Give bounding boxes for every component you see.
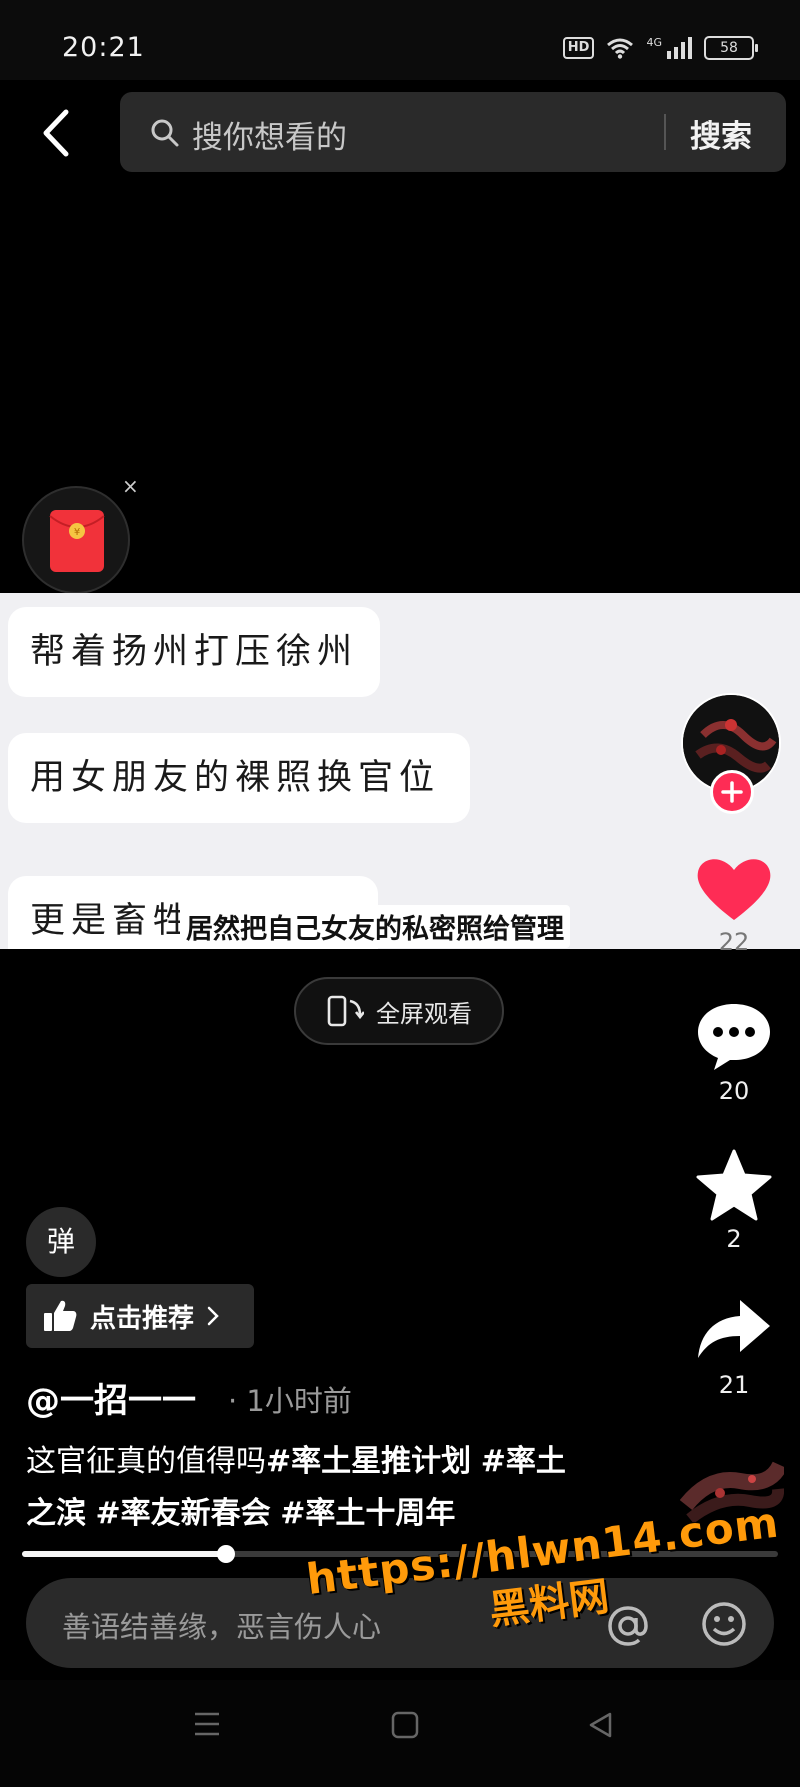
comment-button[interactable] xyxy=(692,1000,776,1076)
network-type: 4G xyxy=(646,36,662,49)
comment-icon xyxy=(698,1004,770,1070)
search-divider xyxy=(664,114,666,150)
chat-bubble: 帮着扬州打压徐州 xyxy=(8,607,381,697)
author-name[interactable]: @一招一一 xyxy=(26,1373,196,1422)
recommend-label: 点击推荐 xyxy=(90,1303,195,1334)
home-icon[interactable] xyxy=(390,1710,420,1740)
red-envelope-icon: ¥ xyxy=(49,510,105,572)
search-icon xyxy=(151,119,179,147)
chevron-left-icon xyxy=(43,109,69,157)
fullscreen-label: 全屏观看 xyxy=(376,999,472,1028)
share-arrow-icon xyxy=(698,1300,770,1358)
rotate-screen-icon xyxy=(327,995,364,1027)
red-packet-close-button[interactable]: × xyxy=(122,474,139,498)
heart-icon xyxy=(697,859,771,920)
hashtag-link[interactable]: #率土星推计划 xyxy=(266,1444,471,1479)
progress-fill xyxy=(22,1551,226,1557)
chevron-right-icon xyxy=(207,1306,219,1326)
back-button[interactable] xyxy=(36,108,76,158)
chat-bubble: 用女朋友的裸照换官位 xyxy=(8,733,471,823)
share-count: 21 xyxy=(718,1371,750,1399)
fullscreen-button[interactable]: 全屏观看 xyxy=(294,977,504,1045)
video-player[interactable]: 帮着扬州打压徐州 用女朋友的裸照换官位 更是畜牲 居然把自己女友的私密照给管理 xyxy=(0,593,800,949)
post-caption: 这官征真的值得吗#率土星推计划 #率土之滨 #率友新春会 #率土十周年 xyxy=(26,1436,586,1540)
like-button[interactable] xyxy=(692,852,776,928)
battery-indicator: 58 xyxy=(704,36,758,60)
progress-scrubber[interactable] xyxy=(217,1545,235,1563)
back-triangle-icon[interactable] xyxy=(586,1710,616,1740)
hashtag-link[interactable]: #率土十周年 xyxy=(280,1496,455,1531)
wifi-icon xyxy=(607,38,634,59)
status-icons: HD 4G 58 xyxy=(562,36,758,60)
share-button[interactable] xyxy=(692,1296,776,1366)
recommend-button[interactable]: 点击推荐 xyxy=(26,1284,254,1348)
search-box[interactable]: 搜你想看的 搜索 xyxy=(120,92,786,172)
comment-count: 20 xyxy=(718,1077,750,1105)
star-icon xyxy=(696,1149,772,1221)
search-input[interactable]: 搜你想看的 xyxy=(192,112,347,157)
caption-text: 这官征真的值得吗 xyxy=(26,1444,266,1479)
video-subtitle: 居然把自己女友的私密照给管理 xyxy=(180,905,570,948)
danmaku-toggle-button[interactable]: 弹 xyxy=(26,1207,96,1277)
like-count: 22 xyxy=(718,928,750,956)
svg-text:¥: ¥ xyxy=(74,527,80,538)
signal-icon xyxy=(667,37,692,59)
status-time: 20:21 xyxy=(62,32,145,63)
favorite-button[interactable] xyxy=(692,1147,776,1227)
menu-icon[interactable] xyxy=(192,1710,222,1738)
hashtag-link[interactable]: #率友新春会 xyxy=(96,1496,271,1531)
favorite-count: 2 xyxy=(726,1225,742,1253)
hd-badge: HD xyxy=(562,37,595,59)
system-nav-bar xyxy=(0,1680,800,1787)
post-time: · 1小时前 xyxy=(228,1384,352,1418)
search-button[interactable]: 搜索 xyxy=(690,111,752,156)
status-bar: 20:21 HD 4G 58 xyxy=(0,0,800,80)
red-packet-button[interactable]: ¥ xyxy=(22,486,130,594)
follow-button[interactable] xyxy=(710,770,754,814)
thumbs-up-icon xyxy=(44,1300,77,1331)
plus-icon xyxy=(721,781,743,803)
